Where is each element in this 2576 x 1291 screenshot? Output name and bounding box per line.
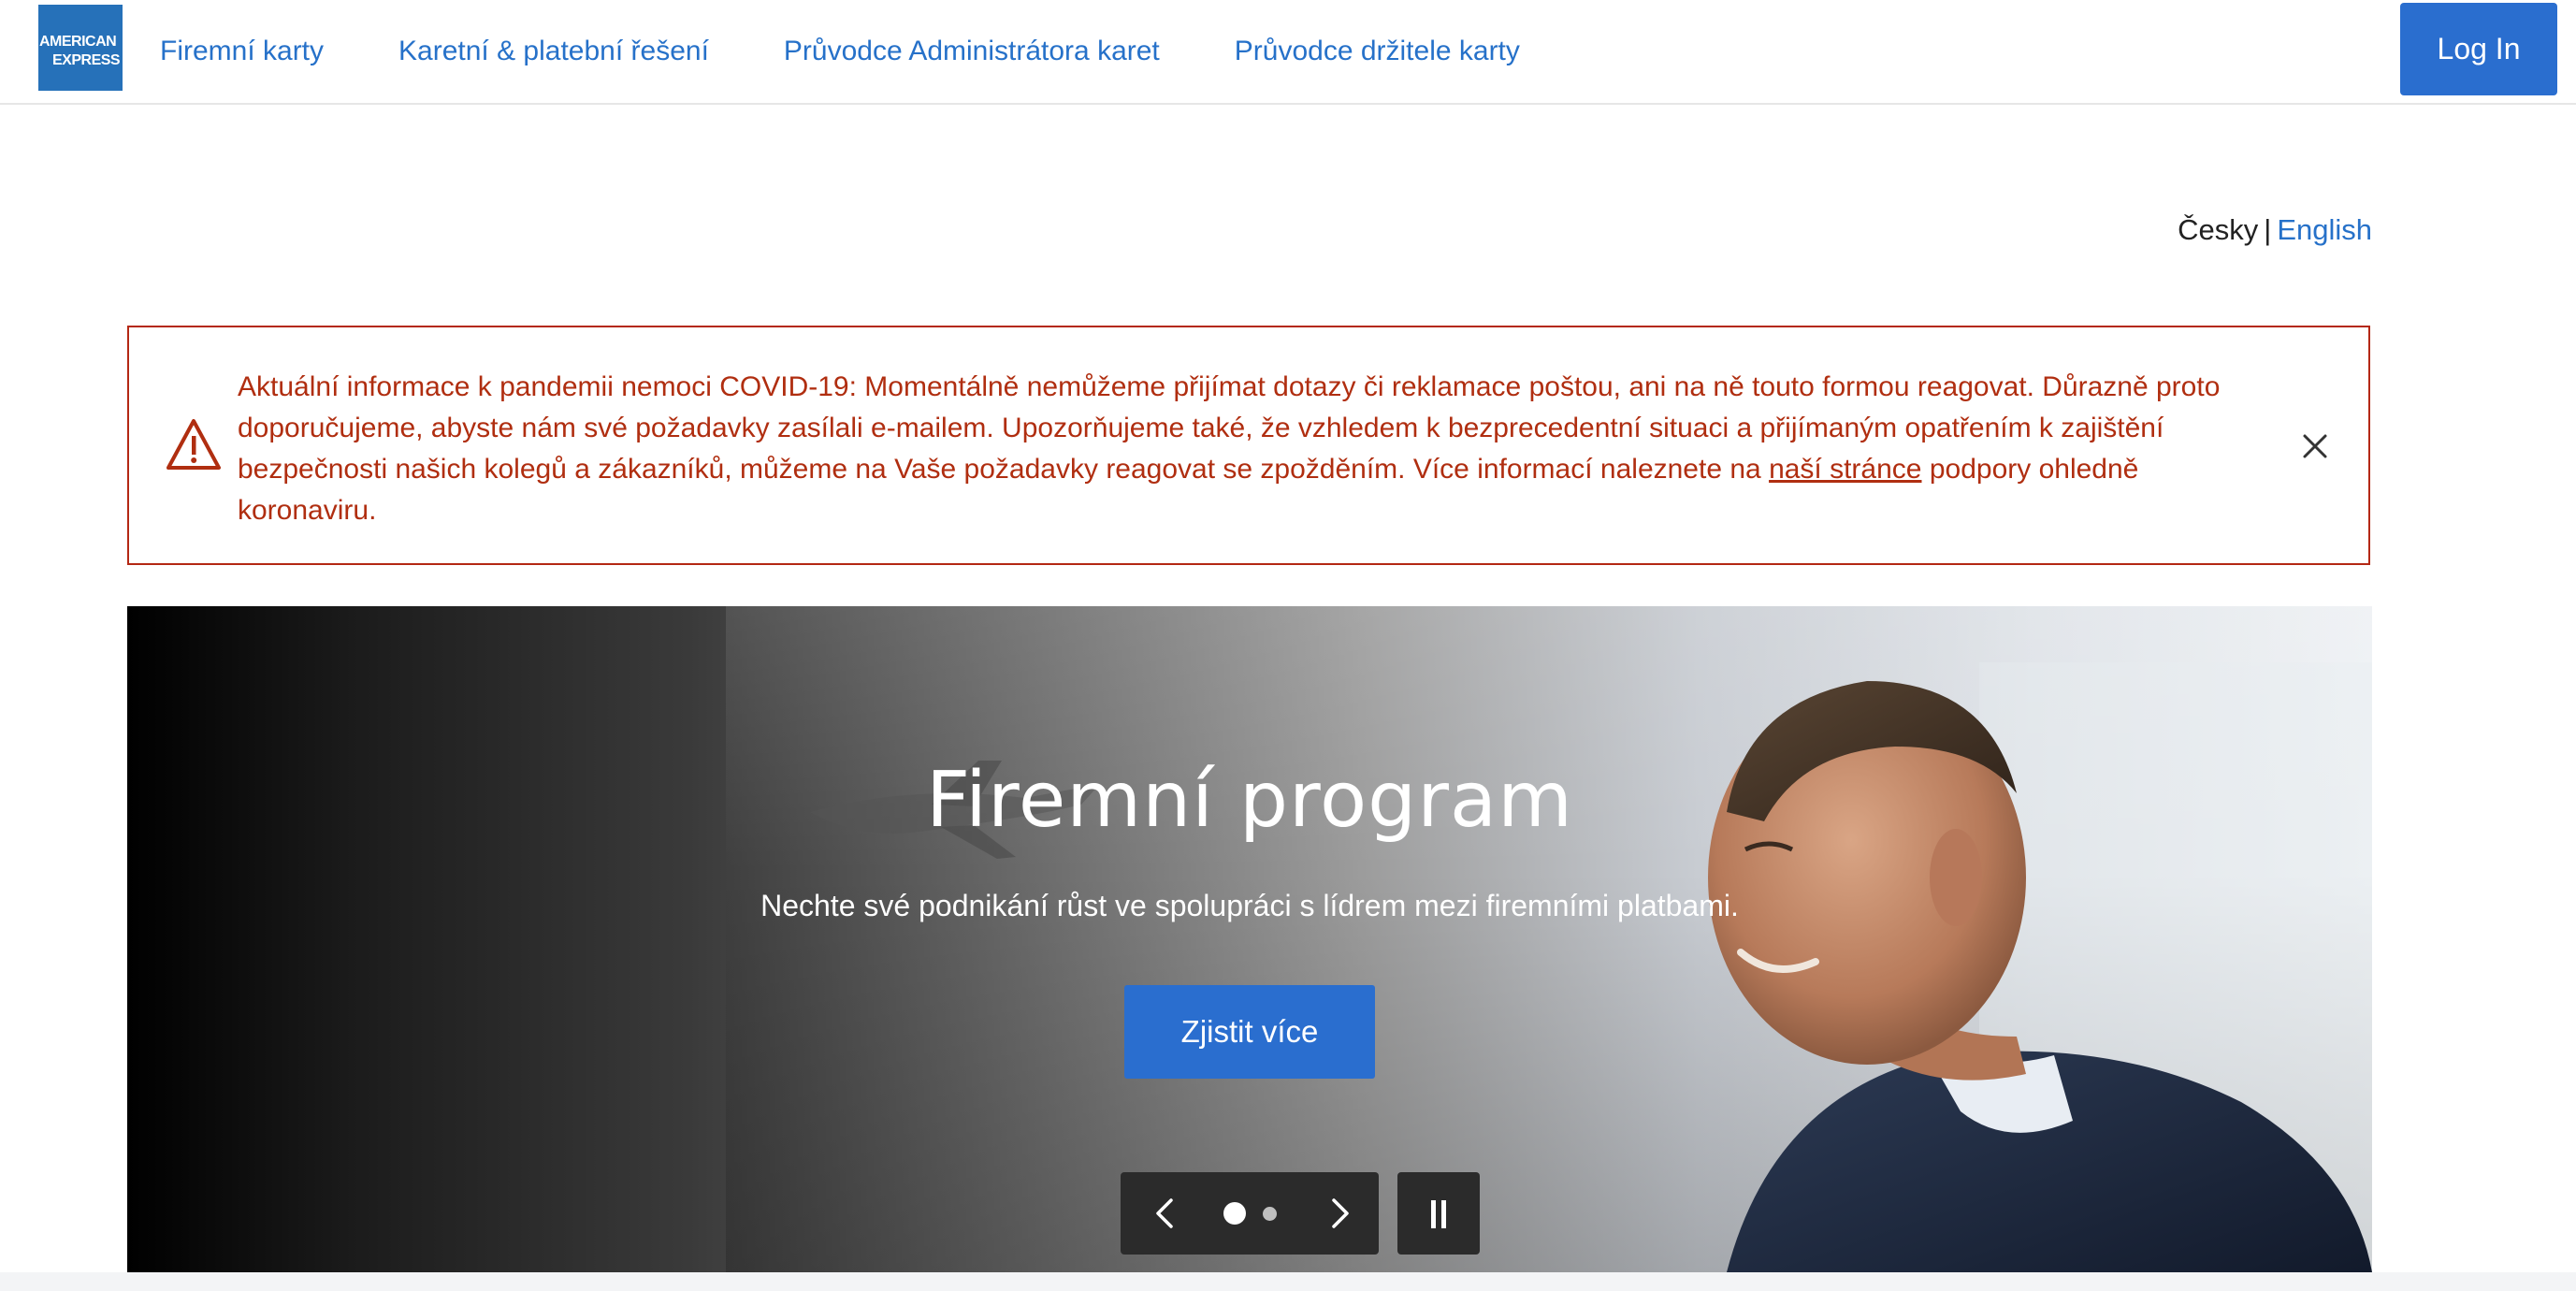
learn-more-button[interactable]: Zjistit více — [1124, 985, 1375, 1079]
hero-subtitle: Nechte své podnikání růst ve spolupráci … — [760, 889, 1739, 922]
hero-title: Firemní program — [925, 756, 1574, 845]
amex-logo[interactable]: AMERICAN EXPRESS — [38, 5, 123, 91]
pause-icon — [1431, 1200, 1436, 1228]
nav-item-pruvodce-administratora[interactable]: Průvodce Administrátora karet — [784, 34, 1160, 69]
alert-text-before: Aktuální informace k pandemii nemoci COV… — [238, 371, 2221, 485]
logo-line1: AMERICAN — [39, 34, 117, 50]
carousel-dot-2[interactable] — [1263, 1207, 1277, 1221]
carousel-controls — [1121, 1172, 1379, 1255]
logo-line2: EXPRESS — [52, 52, 121, 68]
close-icon[interactable] — [2301, 432, 2329, 460]
pause-button[interactable] — [1397, 1172, 1480, 1255]
alert-message: Aktuální informace k pandemii nemoci COV… — [238, 367, 2267, 531]
nav-item-firemni-karty[interactable]: Firemní karty — [160, 34, 324, 69]
alert-support-link[interactable]: naší stránce — [1769, 454, 1921, 485]
login-button[interactable]: Log In — [2400, 3, 2557, 95]
language-switcher: Česky | English — [2178, 211, 2372, 249]
language-english-link[interactable]: English — [2277, 213, 2372, 246]
warning-icon — [166, 419, 221, 470]
hero-carousel: Firemní program Nechte své podnikání růs… — [127, 606, 2372, 1272]
chevron-left-icon[interactable] — [1147, 1195, 1184, 1232]
main-nav: Firemní karty Karetní & platební řešení … — [160, 34, 1595, 69]
language-current: Česky — [2178, 213, 2259, 246]
carousel-dot-1-active[interactable] — [1223, 1202, 1246, 1225]
nav-item-karetni-reseni[interactable]: Karetní & platební řešení — [398, 34, 709, 69]
nav-item-pruvodce-drzitele[interactable]: Průvodce držitele karty — [1235, 34, 1520, 69]
pause-icon-bar — [1441, 1200, 1446, 1228]
covid-alert-banner: Aktuální informace k pandemii nemoci COV… — [127, 326, 2370, 565]
chevron-right-icon[interactable] — [1321, 1195, 1358, 1232]
page-bottom-strip — [0, 1272, 2576, 1291]
top-header: AMERICAN EXPRESS Firemní karty Karetní &… — [0, 0, 2576, 105]
language-separator: | — [2264, 213, 2272, 246]
